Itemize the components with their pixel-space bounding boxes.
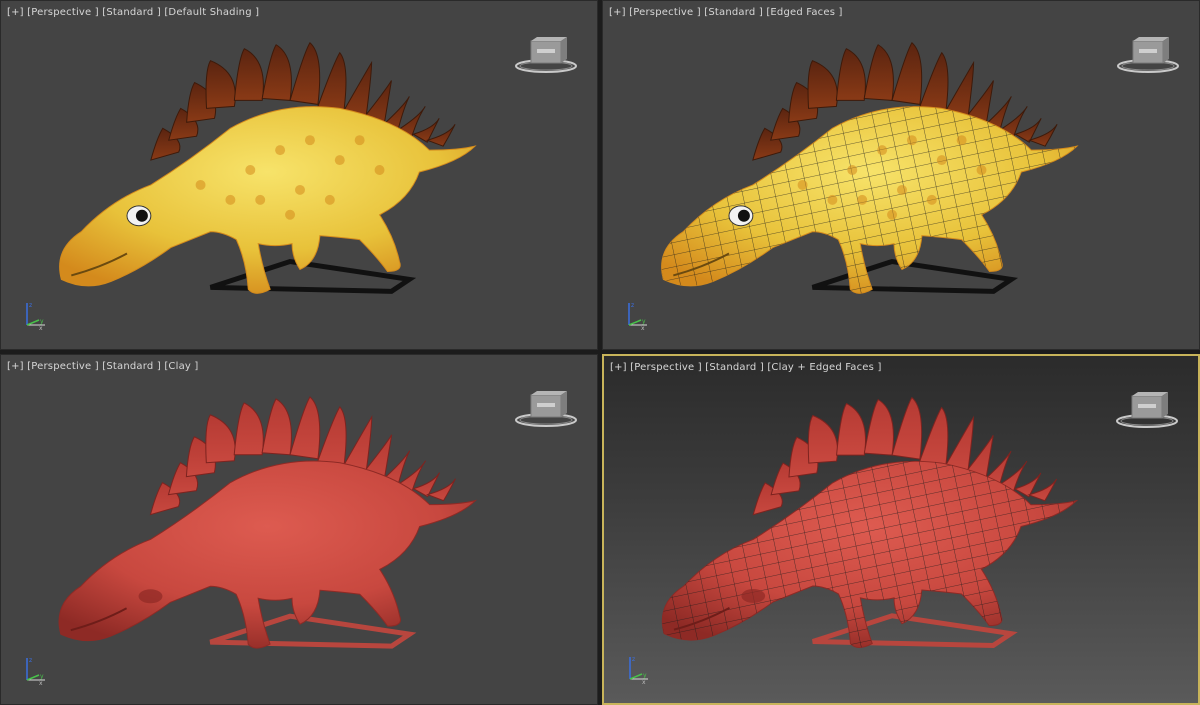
dorsal-plate <box>807 60 838 109</box>
skin-spot <box>195 179 206 190</box>
dorsal-plate <box>919 51 949 113</box>
skin-spot <box>936 155 947 166</box>
dorsal-plate <box>289 396 321 460</box>
axis-tripod-icon: z y x <box>628 302 647 331</box>
viewport-3[interactable]: [+] [Perspective ] [Standard ] [Clay ] z… <box>0 354 598 705</box>
stegosaurus-model[interactable] <box>604 356 1198 703</box>
skin-spot <box>797 179 808 190</box>
dorsal-plate <box>891 396 923 460</box>
skin-spot <box>857 194 868 205</box>
svg-text:z: z <box>631 302 634 309</box>
dorsal-plate <box>317 406 347 468</box>
skin-spot <box>887 209 898 220</box>
dorsal-plate <box>835 48 866 101</box>
skin-spot <box>255 194 266 205</box>
stegosaurus-model[interactable] <box>1 355 597 704</box>
dorsal-plate <box>205 414 236 464</box>
ground-base <box>811 613 1018 648</box>
skin-spot <box>285 209 296 220</box>
dorsal-plate <box>261 44 292 101</box>
skin-spot <box>225 194 236 205</box>
svg-text:y: y <box>642 318 646 325</box>
stegosaurus-model[interactable] <box>603 1 1199 349</box>
skin-spot <box>295 184 305 195</box>
skin-spot <box>956 135 967 146</box>
axis-tripod-icon: z y x <box>26 657 45 686</box>
viewport-1[interactable]: [+] [Perspective ] [Standard ] [Default … <box>0 0 598 350</box>
skin-spot <box>304 135 315 146</box>
dino-eye <box>741 588 766 603</box>
svg-text:x: x <box>39 680 43 686</box>
viewport-grid: [+] [Perspective ] [Standard ] [Default … <box>0 0 1200 705</box>
skin-spot <box>897 184 907 195</box>
svg-text:z: z <box>632 656 635 663</box>
stegosaurus-model[interactable] <box>1 1 597 349</box>
dorsal-plate <box>233 48 264 101</box>
svg-text:y: y <box>40 673 44 680</box>
stegosaurus-mesh[interactable] <box>661 396 1079 648</box>
dino-eye <box>138 589 163 604</box>
svg-text:x: x <box>641 325 645 331</box>
dorsal-plate <box>863 44 894 101</box>
skin-spot <box>275 145 286 156</box>
viewport-2[interactable]: [+] [Perspective ] [Standard ] [Edged Fa… <box>602 0 1200 350</box>
skin-spot <box>354 135 365 146</box>
dorsal-plate <box>891 41 923 105</box>
skin-spot <box>334 155 345 166</box>
dorsal-plate <box>261 398 292 456</box>
dino-pupil <box>737 209 750 222</box>
dino-pupil <box>135 209 148 222</box>
svg-text:y: y <box>40 318 44 325</box>
stegosaurus-mesh[interactable] <box>59 41 477 294</box>
ground-base <box>209 613 417 649</box>
stegosaurus-mesh[interactable] <box>661 41 1079 294</box>
ground-base <box>811 258 1019 294</box>
svg-text:z: z <box>29 657 32 664</box>
dorsal-plate <box>317 51 347 113</box>
skin-spot <box>847 165 858 175</box>
svg-text:x: x <box>39 325 43 331</box>
skin-spot <box>245 165 256 175</box>
ground-base <box>209 258 417 294</box>
svg-text:y: y <box>643 672 647 679</box>
dorsal-plate <box>863 398 894 456</box>
svg-text:x: x <box>642 679 646 685</box>
dorsal-plate <box>205 60 236 109</box>
svg-text:z: z <box>29 302 32 309</box>
stegosaurus-mesh[interactable] <box>58 396 478 649</box>
dorsal-plate <box>836 402 866 456</box>
skin-spot <box>926 194 937 205</box>
viewcube-icon[interactable] <box>513 35 579 75</box>
dorsal-plate <box>289 41 321 105</box>
skin-spot <box>877 145 888 156</box>
viewcube-icon[interactable] <box>1115 35 1181 75</box>
dorsal-plate <box>807 414 838 464</box>
dorsal-plate <box>233 402 264 456</box>
skin-spot <box>324 194 335 205</box>
skin-spot <box>976 165 987 175</box>
viewcube-icon[interactable] <box>513 389 579 429</box>
viewport-4[interactable]: [+] [Perspective ] [Standard ] [Clay + E… <box>602 354 1200 705</box>
skin-spot <box>827 194 838 205</box>
skin-spot <box>374 165 385 175</box>
dorsal-plate <box>919 406 949 468</box>
skin-spot <box>906 135 917 146</box>
axis-tripod-icon: z y x <box>26 302 45 331</box>
viewcube-icon[interactable] <box>1114 390 1180 430</box>
axis-tripod-icon: z y x <box>629 656 648 685</box>
